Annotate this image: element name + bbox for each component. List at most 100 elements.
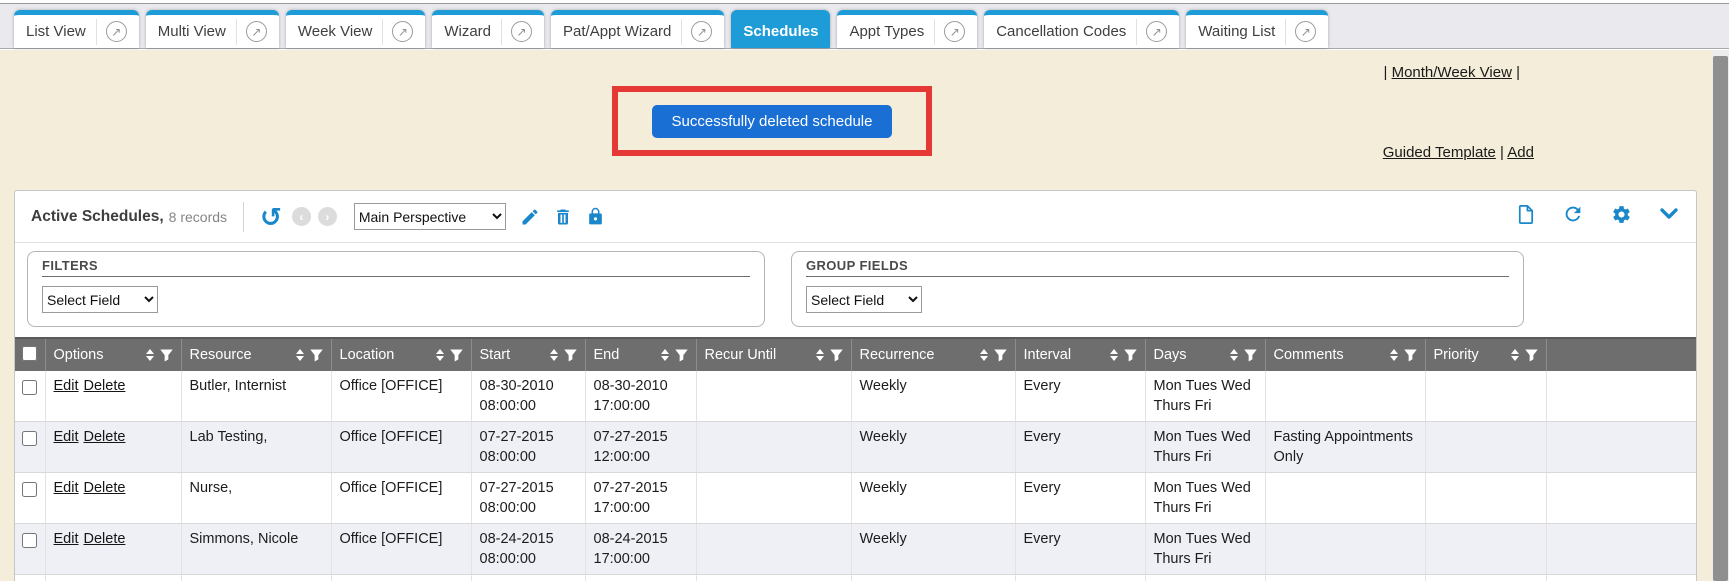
sort-icon[interactable] (1110, 349, 1118, 361)
column-header-label: Recurrence (860, 347, 974, 363)
tab-wizard[interactable]: Wizard ↗ (432, 10, 544, 48)
edit-perspective-button[interactable] (520, 207, 540, 227)
guided-template-link[interactable]: Guided Template (1383, 144, 1496, 161)
edit-link[interactable]: Edit (54, 378, 79, 394)
column-header-start[interactable]: Start (471, 338, 585, 371)
filter-funnel-icon[interactable] (564, 349, 577, 362)
filter-funnel-icon[interactable] (1525, 349, 1538, 362)
vertical-scrollbar[interactable] (1712, 50, 1729, 581)
external-link-icon[interactable]: ↗ (1136, 19, 1167, 45)
add-link[interactable]: Add (1507, 144, 1534, 161)
external-link-icon[interactable]: ↗ (236, 19, 267, 45)
cell-filler (1546, 524, 1696, 575)
arrow-up-right-glyph: ↗ (511, 21, 532, 42)
delete-perspective-button[interactable] (553, 207, 573, 227)
arrow-up-right-glyph: ↗ (944, 21, 965, 42)
lock-button[interactable] (586, 207, 605, 226)
column-header-options[interactable]: Options (45, 338, 181, 371)
pipe-right: | (1516, 64, 1520, 81)
perspective-select[interactable]: Main Perspective (354, 203, 506, 230)
column-header-recur-until[interactable]: Recur Until (696, 338, 851, 371)
external-link-icon[interactable]: ↗ (934, 19, 965, 45)
tab-cancellation-codes[interactable]: Cancellation Codes ↗ (984, 10, 1179, 48)
pipe-left: | (1384, 64, 1388, 81)
new-document-button[interactable] (1515, 204, 1536, 225)
sort-icon[interactable] (436, 349, 444, 361)
cell-end: 07-27-2015 17:00:00 (585, 473, 696, 524)
sort-icon[interactable] (1390, 349, 1398, 361)
column-header-location[interactable]: Location (331, 338, 471, 371)
collapse-button[interactable] (1658, 203, 1680, 225)
arrow-up-right-glyph: ↗ (691, 21, 712, 42)
arrow-up-right-glyph: ↗ (392, 21, 413, 42)
sort-icon[interactable] (661, 349, 669, 361)
column-header-interval[interactable]: Interval (1015, 338, 1145, 371)
row-checkbox[interactable] (22, 533, 37, 548)
external-link-icon[interactable]: ↗ (96, 19, 127, 45)
filter-funnel-icon[interactable] (994, 349, 1007, 362)
filters-select-field[interactable]: Select Field (42, 286, 158, 313)
tab-waiting-list[interactable]: Waiting List ↗ (1186, 10, 1328, 48)
external-link-icon[interactable]: ↗ (1285, 19, 1316, 45)
external-link-icon[interactable]: ↗ (681, 19, 712, 45)
tab-list-view[interactable]: List View ↗ (14, 10, 139, 48)
filter-funnel-icon[interactable] (830, 349, 843, 362)
column-header-priority[interactable]: Priority (1425, 338, 1546, 371)
template-links: Guided Template | Add (1383, 144, 1534, 161)
cell-options: Edit Delete (45, 371, 181, 422)
sort-icon[interactable] (550, 349, 558, 361)
column-header-end[interactable]: End (585, 338, 696, 371)
column-header-days[interactable]: Days (1145, 338, 1265, 371)
edit-link[interactable]: Edit (54, 531, 79, 547)
tab-schedules[interactable]: Schedules (731, 10, 830, 48)
settings-button[interactable] (1611, 204, 1632, 225)
column-header-comments[interactable]: Comments (1265, 338, 1425, 371)
filter-funnel-icon[interactable] (1244, 349, 1257, 362)
month-week-view-link[interactable]: Month/Week View (1392, 64, 1512, 81)
row-checkbox[interactable] (22, 431, 37, 446)
tab-week-view[interactable]: Week View ↗ (286, 10, 425, 48)
undo-button[interactable]: ↺ (260, 204, 282, 230)
refresh-button[interactable] (1562, 203, 1584, 225)
column-header-resource[interactable]: Resource (181, 338, 331, 371)
sort-icon[interactable] (146, 349, 154, 361)
sort-icon[interactable] (296, 349, 304, 361)
filter-funnel-icon[interactable] (675, 349, 688, 362)
delete-link[interactable]: Delete (84, 480, 126, 496)
sort-icon[interactable] (1230, 349, 1238, 361)
edit-link[interactable]: Edit (54, 480, 79, 496)
sort-icon[interactable] (1511, 349, 1519, 361)
tab-multi-view[interactable]: Multi View ↗ (146, 10, 279, 48)
pencil-icon (520, 207, 540, 227)
sort-icon[interactable] (816, 349, 824, 361)
external-link-icon[interactable]: ↗ (501, 19, 532, 45)
tab-appt-types[interactable]: Appt Types ↗ (837, 10, 977, 48)
delete-link[interactable]: Delete (84, 378, 126, 394)
tab-pat-appt-wizard[interactable]: Pat/Appt Wizard ↗ (551, 10, 724, 48)
filter-funnel-icon[interactable] (1404, 349, 1417, 362)
delete-link[interactable]: Delete (84, 531, 126, 547)
column-header-recurrence[interactable]: Recurrence (851, 338, 1015, 371)
filter-section: FILTERS Select Field GROUP FIELDS Select… (15, 243, 1696, 337)
column-header-label: Priority (1434, 347, 1505, 363)
cell-location: Office [OFFICE] (331, 524, 471, 575)
external-link-icon[interactable]: ↗ (382, 19, 413, 45)
gear-icon (1611, 204, 1632, 225)
sort-icon[interactable] (980, 349, 988, 361)
filter-funnel-icon[interactable] (450, 349, 463, 362)
cell-end: 02-22-2021 (585, 575, 696, 581)
delete-link[interactable]: Delete (84, 429, 126, 445)
filter-funnel-icon[interactable] (160, 349, 173, 362)
next-perspective-button[interactable]: › (318, 207, 337, 226)
edit-link[interactable]: Edit (54, 429, 79, 445)
cell-recur-until (696, 422, 851, 473)
prev-perspective-button[interactable]: ‹ (292, 207, 311, 226)
tab-label: Wizard (444, 23, 491, 40)
select-all-checkbox[interactable] (22, 346, 37, 361)
filter-funnel-icon[interactable] (1124, 349, 1137, 362)
filter-funnel-icon[interactable] (310, 349, 323, 362)
row-checkbox[interactable] (22, 380, 37, 395)
scrollbar-thumb[interactable] (1713, 56, 1728, 581)
group-fields-select-field[interactable]: Select Field (806, 286, 922, 313)
row-checkbox[interactable] (22, 482, 37, 497)
